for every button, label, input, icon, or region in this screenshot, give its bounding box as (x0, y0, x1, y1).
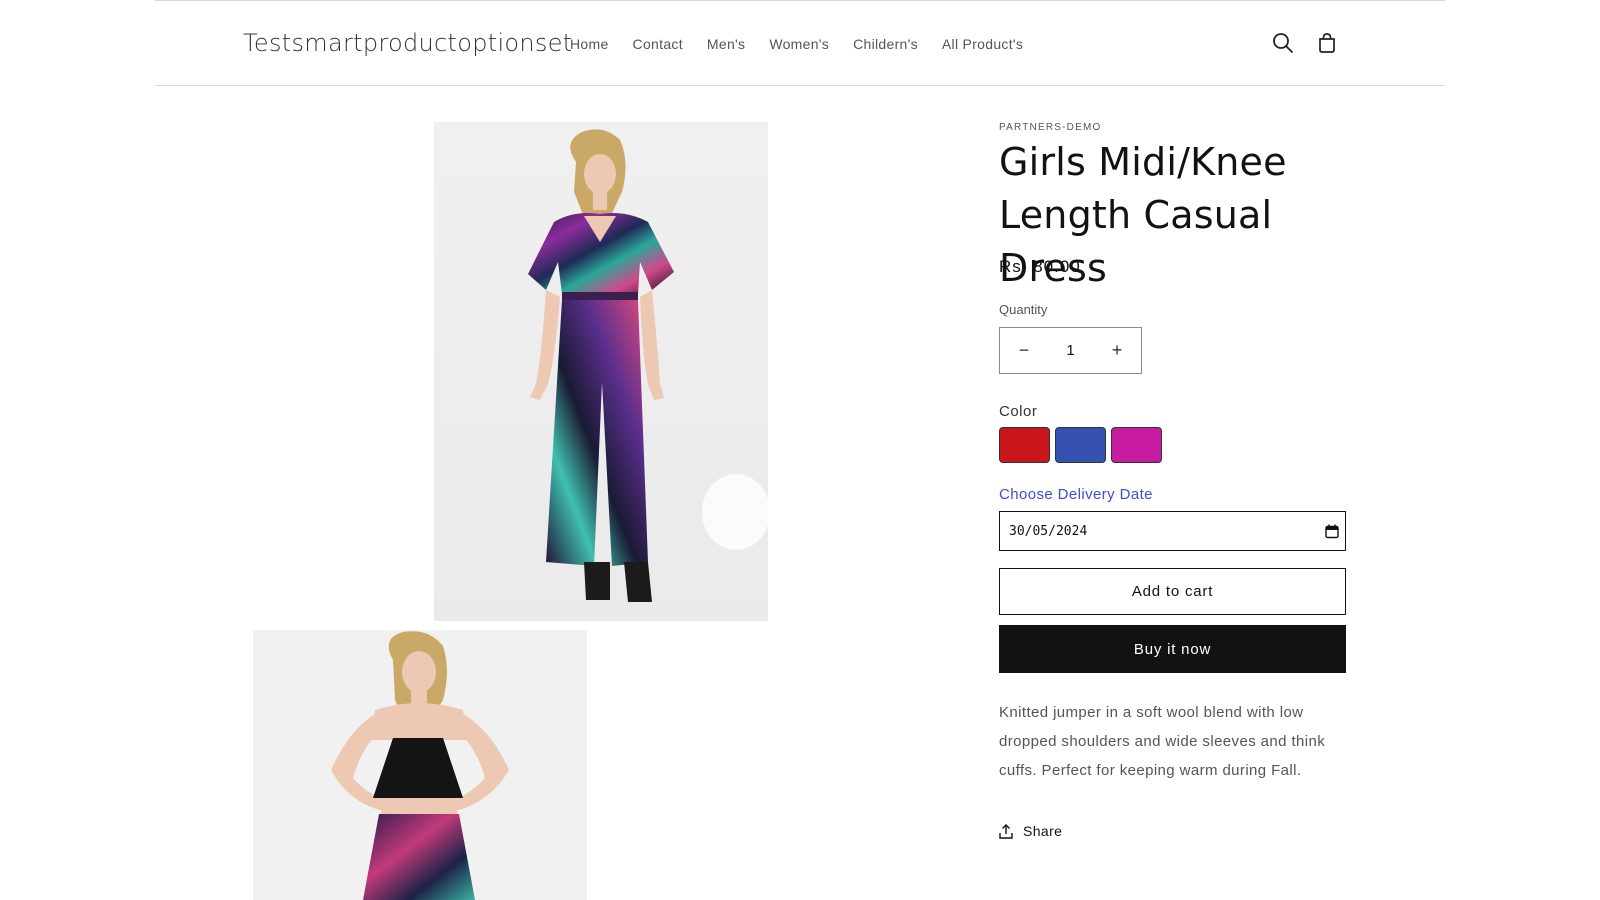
color-swatch-red[interactable] (999, 427, 1050, 463)
product-price: Rs. 80.00 (999, 257, 1081, 276)
color-swatch-blue[interactable] (1055, 427, 1106, 463)
color-swatches (999, 427, 1162, 463)
calendar-icon[interactable] (1325, 524, 1339, 543)
galaxy-jumpsuit-illustration (528, 129, 768, 602)
delivery-date-value: 30/05/2024 (1009, 523, 1088, 539)
quantity-input[interactable]: 1 (1051, 342, 1091, 359)
quantity-stepper: − 1 + (999, 327, 1142, 374)
nav-home[interactable]: Home (570, 36, 609, 52)
nav-womens[interactable]: Women's (769, 36, 829, 52)
product-image-secondary[interactable] (253, 630, 587, 900)
store-logo[interactable]: Testsmartproductoptionset (243, 29, 573, 57)
nav-contact[interactable]: Contact (633, 36, 683, 52)
search-icon[interactable] (1269, 29, 1297, 57)
color-swatch-magenta[interactable] (1111, 427, 1162, 463)
delivery-date-input[interactable]: 30/05/2024 (999, 511, 1346, 551)
product-image-main[interactable] (434, 122, 768, 621)
nav-all-products[interactable]: All Product's (942, 36, 1023, 52)
crop-top-model-illustration (331, 631, 509, 900)
quantity-decrease-button[interactable]: − (1000, 328, 1048, 373)
color-label: Color (999, 403, 1038, 420)
site-header: Testsmartproductoptionset Home Contact M… (155, 0, 1445, 86)
share-label: Share (1023, 823, 1063, 839)
quantity-increase-button[interactable]: + (1093, 328, 1141, 373)
product-description: Knitted jumper in a soft wool blend with… (999, 704, 1326, 779)
main-nav: Home Contact Men's Women's Childern's Al… (570, 36, 1023, 52)
quantity-label: Quantity (999, 302, 1048, 317)
buy-now-button[interactable]: Buy it now (999, 625, 1346, 673)
product-vendor: PARTNERS-DEMO (999, 122, 1102, 133)
nav-childerns[interactable]: Childern's (853, 36, 918, 52)
share-button[interactable]: Share (999, 823, 1062, 839)
delivery-date-label: Choose Delivery Date (999, 486, 1153, 503)
nav-mens[interactable]: Men's (707, 36, 745, 52)
share-icon (999, 823, 1013, 839)
cart-icon[interactable] (1313, 29, 1341, 57)
add-to-cart-button[interactable]: Add to cart (999, 568, 1346, 615)
